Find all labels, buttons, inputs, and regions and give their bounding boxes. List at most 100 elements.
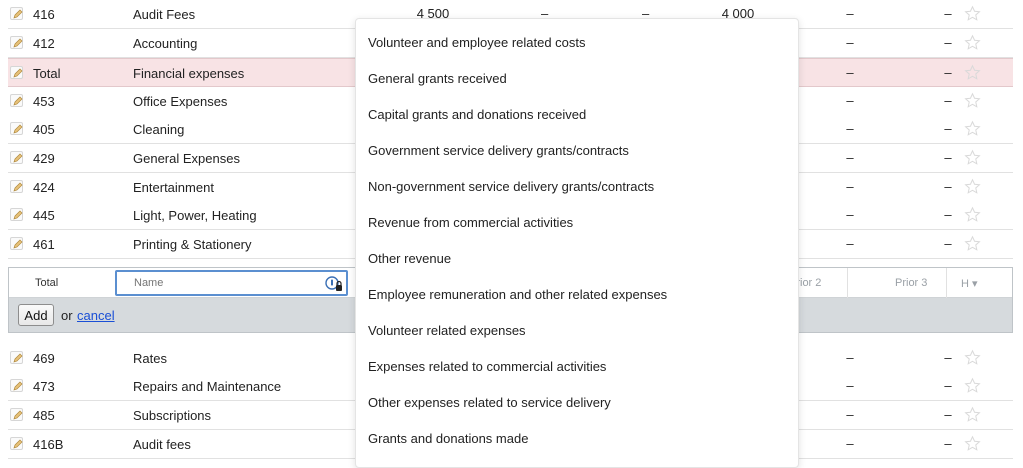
name-input[interactable]: [115, 270, 348, 296]
account-code: 429: [33, 151, 55, 166]
account-name: Audit fees: [133, 437, 191, 452]
star-icon[interactable]: [964, 349, 981, 369]
account-name: General Expenses: [133, 151, 240, 166]
value-cell: –: [944, 150, 952, 165]
value-cell: –: [944, 207, 952, 222]
value-cell: –: [846, 179, 854, 194]
pencil-icon[interactable]: [10, 151, 23, 164]
dropdown-option[interactable]: General grants received: [368, 69, 507, 89]
value-cell: –: [846, 121, 854, 136]
pencil-icon[interactable]: [10, 122, 23, 135]
account-code: 469: [33, 351, 55, 366]
star-icon[interactable]: [964, 406, 981, 426]
value-cell: –: [944, 121, 952, 136]
dropdown-option[interactable]: Employee remuneration and other related …: [368, 285, 667, 305]
value-cell: –: [944, 407, 952, 422]
account-name: Cleaning: [133, 122, 185, 137]
value-cell: –: [944, 436, 952, 451]
star-icon[interactable]: [964, 435, 981, 455]
dropdown-option[interactable]: Capital grants and donations received: [368, 105, 586, 125]
account-code: 416: [33, 7, 55, 22]
dropdown-option[interactable]: Volunteer related expenses: [368, 321, 526, 341]
pencil-icon[interactable]: [10, 237, 23, 250]
value-cell: –: [846, 65, 854, 80]
value-cell: –: [944, 378, 952, 393]
value-cell: –: [846, 6, 854, 21]
password-manager-icon[interactable]: [325, 276, 343, 295]
dropdown-option[interactable]: Other expenses related to service delive…: [368, 393, 611, 413]
account-code: 485: [33, 408, 55, 423]
or-text: or: [61, 308, 73, 323]
dropdown-option[interactable]: Government service delivery grants/contr…: [368, 141, 629, 161]
dropdown-option[interactable]: Non-government service delivery grants/c…: [368, 177, 654, 197]
dropdown-option[interactable]: Grants and donations made: [368, 429, 528, 449]
column-header-h-dropdown[interactable]: H ▾: [961, 277, 978, 290]
star-icon[interactable]: [964, 206, 981, 226]
star-icon[interactable]: [964, 178, 981, 198]
account-code: 445: [33, 208, 55, 223]
account-name: Subscriptions: [133, 408, 212, 423]
account-code: 461: [33, 237, 55, 252]
column-header-prior-3: Prior 3: [895, 277, 928, 289]
account-name: Repairs and Maintenance: [133, 379, 282, 394]
pencil-icon[interactable]: [10, 36, 23, 49]
star-icon[interactable]: [964, 5, 981, 25]
cancel-link[interactable]: cancel: [77, 308, 115, 323]
value-cell: –: [846, 236, 854, 251]
column-divider: [946, 268, 947, 298]
dropdown-option[interactable]: Revenue from commercial activities: [368, 213, 573, 233]
star-icon[interactable]: [964, 149, 981, 169]
account-code: Total: [33, 66, 61, 81]
value-cell: –: [944, 236, 952, 251]
add-button[interactable]: Add: [18, 304, 54, 326]
account-name: Printing & Stationery: [133, 237, 252, 252]
value-cell: –: [846, 35, 854, 50]
account-code: 412: [33, 36, 55, 51]
pencil-icon[interactable]: [10, 351, 23, 364]
value-cell: –: [944, 179, 952, 194]
account-code: 424: [33, 180, 55, 195]
dropdown-option[interactable]: Volunteer and employee related costs: [368, 33, 586, 53]
pencil-icon[interactable]: [10, 408, 23, 421]
pencil-icon[interactable]: [10, 94, 23, 107]
account-name: Light, Power, Heating: [133, 208, 257, 223]
account-name: Audit Fees: [133, 7, 196, 22]
pencil-icon[interactable]: [10, 180, 23, 193]
account-name: Financial expenses: [133, 66, 245, 81]
value-cell: –: [846, 93, 854, 108]
pencil-icon[interactable]: [10, 208, 23, 221]
account-name: Office Expenses: [133, 94, 228, 109]
value-cell: –: [944, 65, 952, 80]
star-icon[interactable]: [964, 120, 981, 140]
account-code: 473: [33, 379, 55, 394]
value-cell: –: [944, 93, 952, 108]
star-icon[interactable]: [964, 92, 981, 112]
account-code: 453: [33, 94, 55, 109]
star-icon[interactable]: [964, 64, 981, 84]
pencil-icon[interactable]: [10, 437, 23, 450]
star-icon[interactable]: [964, 377, 981, 397]
account-code: 416B: [33, 437, 64, 452]
value-cell: –: [944, 350, 952, 365]
value-cell: –: [944, 35, 952, 50]
value-cell: –: [846, 150, 854, 165]
pencil-icon[interactable]: [10, 66, 23, 79]
star-icon[interactable]: [964, 34, 981, 54]
value-cell: –: [846, 378, 854, 393]
account-name: Rates: [133, 351, 167, 366]
value-cell: –: [846, 407, 854, 422]
pencil-icon[interactable]: [10, 379, 23, 392]
pencil-icon[interactable]: [10, 7, 23, 20]
dropdown-option[interactable]: Expenses related to commercial activitie…: [368, 357, 606, 377]
row-type-label[interactable]: Total: [35, 277, 58, 289]
value-cell: –: [846, 207, 854, 222]
value-cell: –: [846, 436, 854, 451]
column-divider: [847, 268, 848, 298]
account-name: Entertainment: [133, 180, 214, 195]
category-dropdown: Volunteer and employee related costs Gen…: [355, 18, 799, 468]
star-icon[interactable]: [964, 235, 981, 255]
value-cell: –: [846, 350, 854, 365]
value-cell: –: [944, 6, 952, 21]
account-name: Accounting: [133, 36, 198, 51]
dropdown-option[interactable]: Other revenue: [368, 249, 451, 269]
